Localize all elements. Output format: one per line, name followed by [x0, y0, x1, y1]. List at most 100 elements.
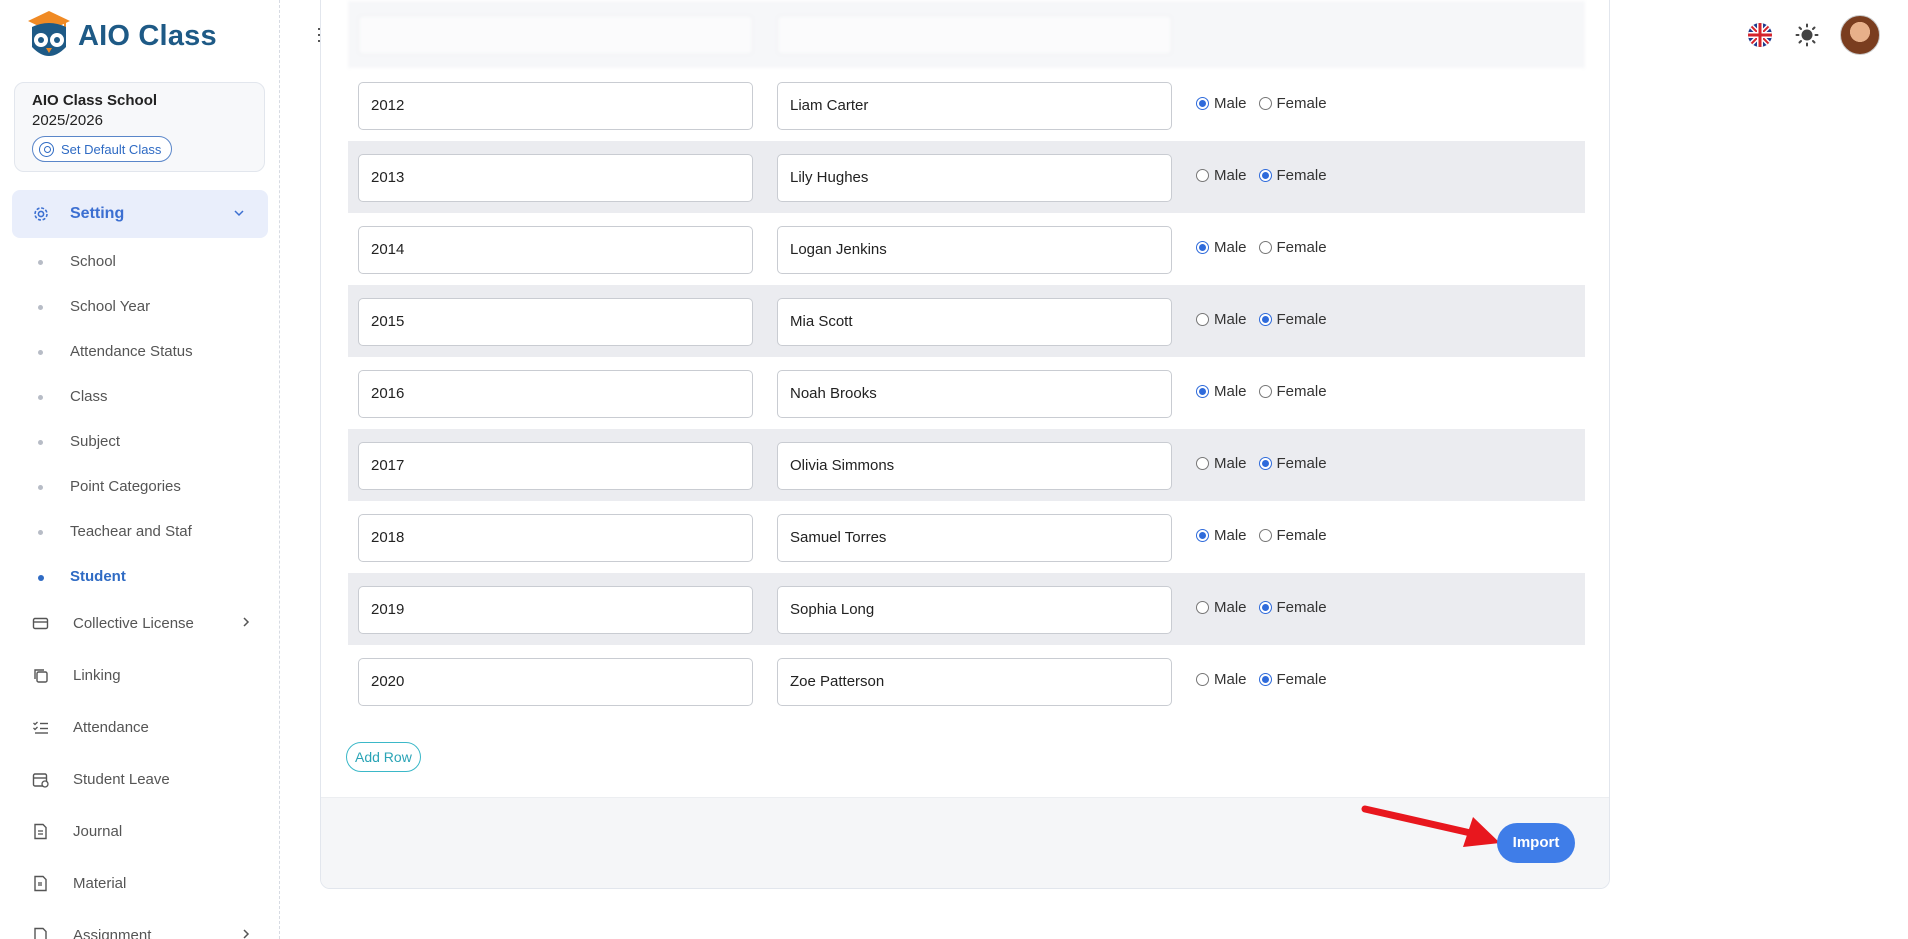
school-year: 2025/2026 — [32, 112, 103, 129]
sidebar-item-assignment[interactable]: Assignment — [32, 923, 252, 939]
uk-flag-icon[interactable] — [1748, 23, 1772, 47]
copy-icon — [34, 668, 48, 683]
sidebar-item-attendance[interactable]: Attendance — [32, 715, 252, 739]
sidebar-item-label: Student Leave — [73, 770, 170, 788]
sidebar-item-student-leave[interactable]: Student Leave — [32, 767, 252, 791]
student-id-field[interactable]: 2013 — [358, 154, 753, 202]
school-name: AIO Class School — [32, 92, 158, 109]
bullet-dot-icon — [38, 305, 43, 310]
chevron-right-icon — [243, 929, 250, 939]
gender-radio-female[interactable] — [1258, 457, 1272, 470]
gender-radio-female[interactable] — [1258, 601, 1272, 614]
gender-label: Female — [1276, 167, 1327, 184]
student-name-field[interactable]: Lily Hughes — [777, 154, 1172, 202]
sidebar-item-linking[interactable]: Linking — [32, 663, 252, 687]
gender-radio-male[interactable] — [1196, 385, 1209, 398]
sidebar-subitem-school[interactable]: School — [70, 252, 116, 272]
gender-radio-group: Male Female — [1196, 239, 1339, 256]
student-name-field[interactable]: Zoe Patterson — [777, 658, 1172, 706]
gender-radio-male[interactable] — [1196, 97, 1209, 110]
student-row: 2018 Samuel Torres Male Female — [348, 501, 1585, 573]
logo[interactable]: AIO Class — [24, 6, 217, 66]
bullet-dot-icon — [38, 575, 44, 581]
gender-radio-group: Male Female — [1196, 599, 1339, 616]
bullet-dot-icon — [38, 260, 43, 265]
sidebar-item-label: Linking — [73, 666, 121, 684]
red-arrow-annotation — [1361, 805, 1500, 847]
add-row-button[interactable]: Add Row — [346, 742, 421, 772]
student-row: 2016 Noah Brooks Male Female — [348, 357, 1585, 429]
student-name-field[interactable]: Noah Brooks — [777, 370, 1172, 418]
checklist-icon — [33, 721, 48, 734]
sticky-header-row — [348, 1, 1585, 68]
sidebar-item-label: Journal — [73, 822, 123, 840]
student-name-field[interactable]: Samuel Torres — [777, 514, 1172, 562]
sidebar-item-material[interactable]: Material — [32, 871, 252, 895]
student-id-field[interactable]: 2017 — [358, 442, 753, 490]
student-id-field[interactable]: 2020 — [358, 658, 753, 706]
student-id-field[interactable]: 2014 — [358, 226, 753, 274]
gender-radio-female[interactable] — [1258, 313, 1272, 326]
student-id-field[interactable]: 2015 — [358, 298, 753, 346]
bullet-dot-icon — [38, 530, 43, 535]
gender-radio-female[interactable] — [1258, 529, 1272, 542]
student-name-field[interactable]: Mia Scott — [777, 298, 1172, 346]
sidebar-item-collective-license[interactable]: Collective License — [32, 611, 252, 635]
gender-label: Female — [1276, 455, 1327, 472]
gender-radio-female[interactable] — [1258, 385, 1272, 398]
gender-radio-male[interactable] — [1196, 241, 1209, 254]
sidebar-item-label: Setting — [70, 205, 125, 222]
sidebar-subitem-student[interactable]: Student — [70, 567, 126, 587]
student-name-field[interactable]: Olivia Simmons — [777, 442, 1172, 490]
gender-radio-female[interactable] — [1258, 169, 1272, 182]
gear-icon — [34, 207, 48, 221]
gender-radio-male[interactable] — [1196, 313, 1209, 326]
user-avatar[interactable] — [1840, 15, 1880, 55]
gender-radio-female[interactable] — [1258, 673, 1272, 686]
gender-radio-female[interactable] — [1258, 97, 1272, 110]
gender-radio-group: Male Female — [1196, 455, 1339, 472]
theme-toggle-sun-icon[interactable] — [1795, 23, 1819, 47]
sidebar-item-journal[interactable]: Journal — [32, 819, 252, 843]
sidebar-subitem-attendance-status[interactable]: Attendance Status — [70, 342, 193, 362]
student-id-field[interactable]: 2018 — [358, 514, 753, 562]
student-name-field[interactable]: Logan Jenkins — [777, 226, 1172, 274]
gender-radio-male[interactable] — [1196, 673, 1209, 686]
sidebar-item-setting[interactable]: Setting — [12, 190, 268, 238]
assignment-icon — [34, 927, 47, 939]
sidebar-item-label: Attendance — [73, 718, 149, 736]
gender-radio-group: Male Female — [1196, 167, 1339, 184]
sidebar-subitem-school-year[interactable]: School Year — [70, 297, 150, 317]
gender-label: Male — [1214, 167, 1247, 184]
gender-radio-group: Male Female — [1196, 95, 1339, 112]
student-id-field[interactable]: 2016 — [358, 370, 753, 418]
student-import-card: 2012 Liam Carter Male Female 2013 Lily Hughes… — [320, 0, 1610, 889]
sidebar-item-label: Collective License — [73, 614, 194, 632]
gender-radio-male[interactable] — [1196, 457, 1209, 470]
sidebar-subitem-class[interactable]: Class — [70, 387, 108, 407]
student-id-field[interactable]: 2012 — [358, 82, 753, 130]
set-default-class-button[interactable]: Set Default Class — [32, 136, 173, 162]
target-icon — [39, 141, 54, 157]
gender-label: Female — [1276, 671, 1327, 688]
calendar-icon — [32, 772, 49, 788]
student-name-field[interactable]: Liam Carter — [777, 82, 1172, 130]
import-button[interactable]: Import — [1497, 823, 1575, 863]
student-row: 2013 Lily Hughes Male Female — [348, 141, 1585, 213]
sidebar-subitem-point-categories[interactable]: Point Categories — [70, 477, 181, 497]
owl-logo-icon — [28, 11, 70, 56]
card-icon — [32, 617, 49, 629]
gender-label: Male — [1214, 599, 1247, 616]
bullet-dot-icon — [38, 395, 43, 400]
gender-radio-male[interactable] — [1196, 169, 1209, 182]
gender-radio-male[interactable] — [1196, 529, 1209, 542]
sidebar-subitem-subject[interactable]: Subject — [70, 432, 120, 452]
gender-label: Female — [1276, 527, 1327, 544]
gender-radio-female[interactable] — [1258, 241, 1272, 254]
sidebar-subitem-teachear-and-staf[interactable]: Teachear and Staf — [70, 522, 192, 542]
gender-label: Male — [1214, 95, 1247, 112]
gender-label: Male — [1214, 383, 1247, 400]
gender-radio-male[interactable] — [1196, 601, 1209, 614]
student-id-field[interactable]: 2019 — [358, 586, 753, 634]
student-name-field[interactable]: Sophia Long — [777, 586, 1172, 634]
